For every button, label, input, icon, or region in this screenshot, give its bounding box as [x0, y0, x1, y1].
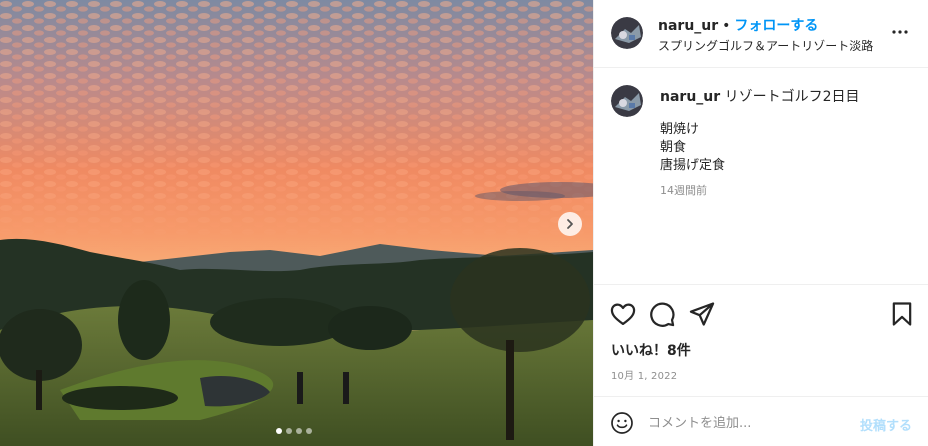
save-button[interactable] [888, 300, 916, 328]
separator-dot: • [722, 18, 731, 34]
share-button[interactable] [688, 300, 716, 328]
add-comment-bar: 投稿する [594, 396, 928, 446]
smiley-icon [611, 412, 633, 434]
comment-button[interactable] [648, 300, 676, 328]
comment-input[interactable] [648, 410, 848, 436]
post-comment-button[interactable]: 投稿する [860, 415, 912, 434]
carousel-dot [276, 428, 282, 434]
more-horizontal-icon [892, 30, 908, 34]
comment-icon [650, 302, 675, 327]
avatar[interactable] [611, 17, 643, 49]
caption-time-ago[interactable]: 14週間前 [660, 182, 707, 198]
post-date[interactable]: 10月 1, 2022 [611, 367, 677, 382]
caption-section: naru_ur リゾートゴルフ2日目 朝焼け 朝食 唐揚げ定食 14週間前 [594, 69, 928, 285]
follow-button[interactable]: フォローする [734, 18, 818, 34]
location-link[interactable]: スプリングゴルフ＆アートリゾート淡路 [658, 37, 873, 54]
avatar[interactable] [611, 85, 643, 117]
caption-body: 朝焼け 朝食 唐揚げ定食 [660, 121, 725, 175]
carousel-dot [286, 428, 292, 434]
caption-line-2: 朝食 [660, 140, 687, 155]
caption-text: リゾートゴルフ2日目 [724, 89, 860, 105]
action-bar [594, 296, 928, 332]
like-count[interactable]: いいね！8件 [611, 340, 691, 360]
carousel-next-button[interactable] [558, 212, 582, 236]
post-side-panel: naru_ur • フォローする スプリングゴルフ＆アートリゾート淡路 naru_u… [593, 0, 928, 446]
sunset-golf-course-image [0, 0, 593, 446]
paper-plane-icon [689, 302, 715, 326]
heart-icon [610, 303, 636, 326]
caption-line-3: 唐揚げ定食 [660, 158, 726, 173]
bookmark-icon [892, 302, 912, 326]
caption-username-link[interactable]: naru_ur [660, 89, 720, 105]
carousel-dot [306, 428, 312, 434]
like-button[interactable] [609, 300, 637, 328]
username-link[interactable]: naru_ur [658, 18, 718, 34]
carousel-indicator [276, 428, 312, 434]
chevron-right-icon [567, 219, 573, 229]
post-photo[interactable] [0, 0, 593, 446]
more-options-button[interactable] [890, 22, 910, 42]
carousel-dot [296, 428, 302, 434]
header-user-line: naru_ur • フォローする [658, 15, 818, 35]
caption-line: naru_ur リゾートゴルフ2日目 [660, 86, 860, 106]
post-header: naru_ur • フォローする スプリングゴルフ＆アートリゾート淡路 [594, 0, 928, 68]
caption-line-1: 朝焼け [660, 122, 700, 137]
emoji-button[interactable] [610, 411, 634, 435]
